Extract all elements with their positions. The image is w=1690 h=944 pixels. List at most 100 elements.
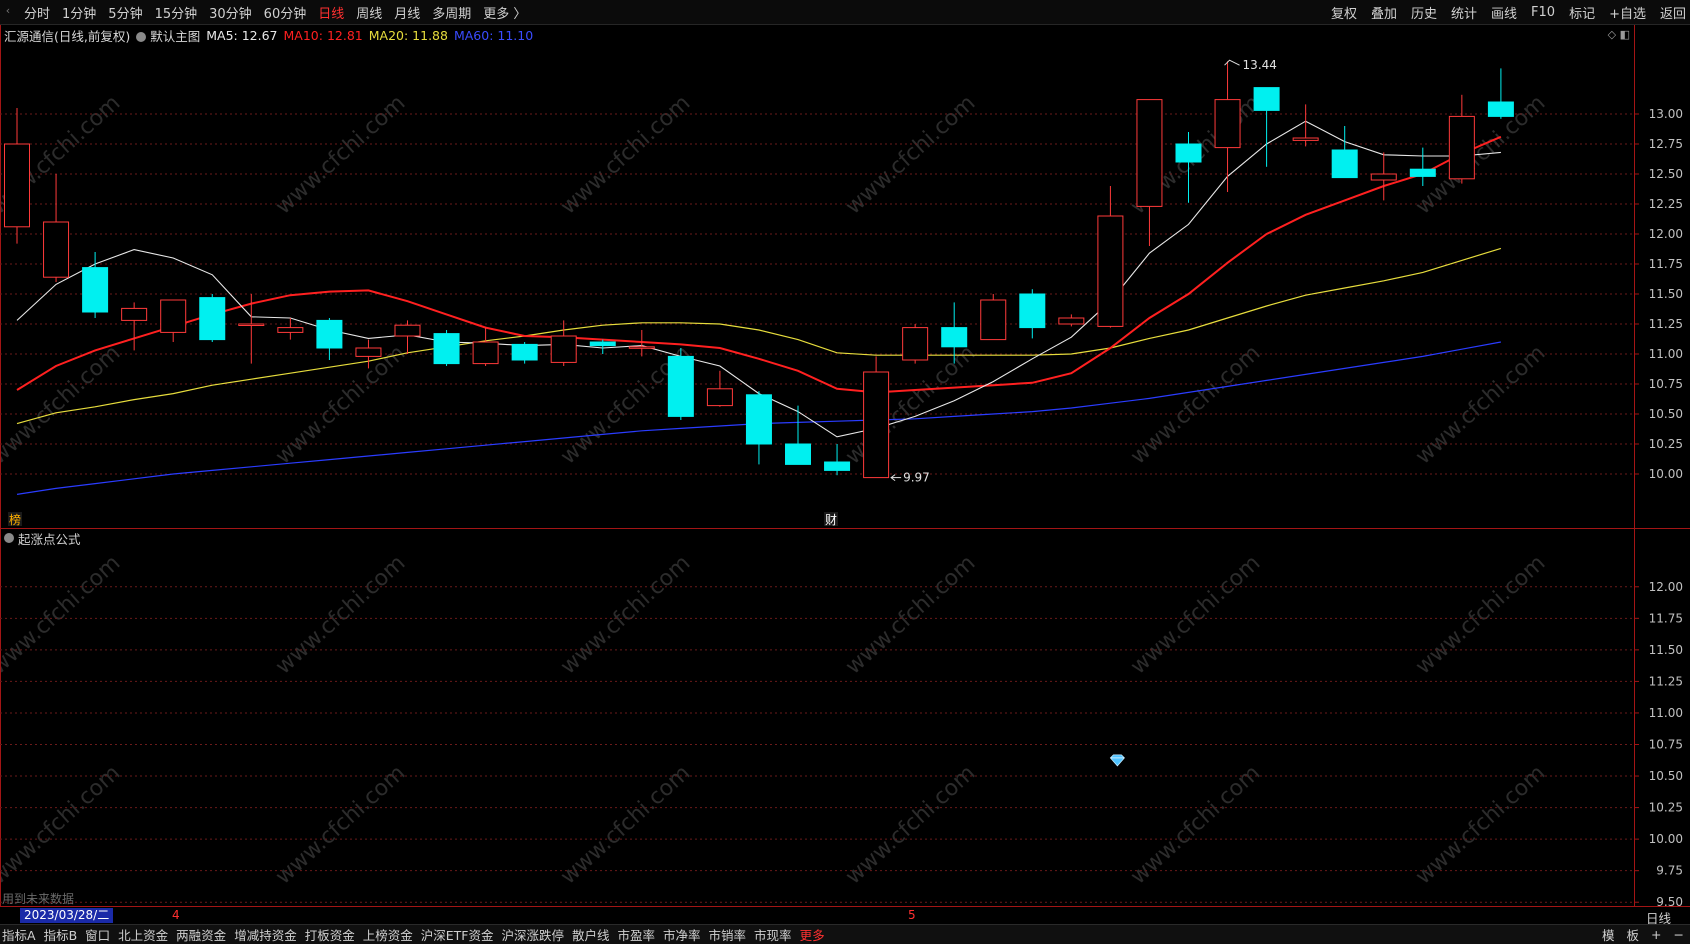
signal-diamond — [1109, 754, 1125, 767]
ma10-line — [16, 135, 1502, 394]
tab-2[interactable]: 窗口 — [85, 925, 110, 944]
candle — [43, 174, 70, 282]
back-arrow-icon[interactable]: ‹ — [0, 4, 16, 20]
main-tick-label: 12.25 — [1649, 197, 1683, 211]
candle-body-up — [472, 341, 499, 365]
signal-diamond-shape — [1109, 754, 1125, 767]
tab-7[interactable]: 上榜资金 — [363, 925, 413, 944]
candle — [4, 108, 30, 244]
main-tick-label: 12.75 — [1649, 137, 1683, 151]
window-icon[interactable]: ◧ — [1620, 28, 1630, 41]
tab-3[interactable]: 北上资金 — [118, 925, 168, 944]
tool-button-8[interactable]: 返回 — [1660, 3, 1686, 22]
ma5-line — [16, 120, 1501, 438]
period-2[interactable]: 5分钟 — [108, 3, 142, 22]
tool-button-1[interactable]: 叠加 — [1371, 3, 1397, 22]
candle — [745, 391, 772, 465]
candle-body-up — [1292, 137, 1319, 141]
tool-button-4[interactable]: 画线 — [1491, 3, 1517, 22]
indicator-info[interactable]: 起涨点公式 — [4, 529, 81, 547]
watermark-text: www.cfchi.com — [556, 551, 695, 680]
period-4[interactable]: 30分钟 — [209, 3, 252, 22]
watermark-text: www.cfchi.com — [271, 551, 410, 680]
candle-body-down — [433, 333, 460, 365]
tab-more[interactable]: 更多 — [800, 925, 825, 944]
tab-12[interactable]: 市净率 — [663, 925, 701, 944]
candle-body-up — [980, 299, 1007, 341]
candle-body-up — [1214, 99, 1241, 149]
tab-5[interactable]: 增减持资金 — [234, 925, 297, 944]
candle-body-up — [902, 327, 929, 361]
period-list: 分时 1分钟 5分钟 15分钟 30分钟 60分钟 日线 周线 月线 多周期 更多 〉 — [24, 0, 538, 24]
candle-body-down — [199, 297, 226, 341]
tab-6[interactable]: 打板资金 — [305, 925, 355, 944]
indicator-title: 起涨点公式 — [18, 531, 81, 547]
ma5-value: MA5: 12.67 — [206, 27, 278, 43]
ma60-value: MA60: 11.10 — [453, 27, 534, 43]
period-5[interactable]: 60分钟 — [264, 3, 307, 22]
bottom-tab-bar: 指标A 指标B 窗口 北上资金 两融资金 增减持资金 打板资金 上榜资金 沪深ETF资金 沪深涨跌… — [0, 924, 1690, 944]
tab-right-2[interactable]: + — [1651, 927, 1661, 942]
candle — [1487, 68, 1514, 119]
sub-tick-label: 10.25 — [1649, 801, 1683, 815]
candle — [160, 299, 187, 342]
main-tick-label: 13.00 — [1649, 107, 1683, 121]
tool-button-6[interactable]: 标记 — [1569, 3, 1595, 22]
period-10[interactable]: 更多 〉 — [483, 3, 526, 22]
bang-badge-label: 榜 — [9, 512, 21, 527]
main-chart-info: 汇源通信(日线,前复权) 默认主图 MA5: 12.67 MA10: 12.81… — [4, 26, 539, 44]
watermark-text: www.cfchi.com — [0, 551, 125, 680]
tab-1[interactable]: 指标B — [44, 925, 78, 944]
period-0[interactable]: 分时 — [24, 3, 50, 22]
candle-body-down — [589, 341, 616, 347]
candle — [902, 324, 929, 364]
tool-button-7[interactable]: +自选 — [1609, 3, 1646, 22]
period-7[interactable]: 周线 — [356, 3, 382, 22]
main-tick-label: 11.25 — [1649, 317, 1683, 331]
period-6[interactable]: 日线 — [318, 3, 344, 22]
candle-body-up — [1370, 173, 1397, 181]
high-marker-arrow — [1224, 59, 1240, 66]
candle — [1253, 87, 1280, 167]
chart-canvas[interactable]: www.cfchi.com www.cfchi.com www.cfchi.com w… — [0, 0, 1690, 943]
pane-controls: ◇ ◧ — [1608, 28, 1630, 41]
tab-4[interactable]: 两融资金 — [176, 925, 226, 944]
tab-13[interactable]: 市销率 — [709, 925, 747, 944]
candle — [433, 330, 460, 366]
candle-body-up — [121, 307, 148, 321]
period-8[interactable]: 月线 — [394, 3, 420, 22]
tab-8[interactable]: 沪深ETF资金 — [421, 925, 494, 944]
main-tick-label: 12.50 — [1649, 167, 1683, 181]
watermark-text: www.cfchi.com — [1411, 91, 1550, 220]
tab-right-0[interactable]: 模 — [1602, 925, 1615, 944]
candle — [121, 302, 148, 351]
candle-body-down — [1409, 168, 1436, 177]
tab-10[interactable]: 散户线 — [572, 925, 610, 944]
period-9[interactable]: 多周期 — [432, 3, 471, 22]
candle — [980, 294, 1007, 341]
candle-body-down — [941, 327, 968, 348]
stock-title: 汇源通信(日线,前复权) — [4, 28, 131, 44]
tab-right-1[interactable]: 板 — [1627, 925, 1640, 944]
period-1[interactable]: 1分钟 — [62, 3, 96, 22]
tab-0[interactable]: 指标A — [2, 925, 36, 944]
candle-body-up — [238, 323, 265, 326]
watermark-text: www.cfchi.com — [1411, 551, 1550, 680]
candle — [1409, 147, 1436, 186]
main-chart-toggle[interactable]: 默认主图 — [136, 26, 200, 45]
tool-button-0[interactable]: 复权 — [1331, 3, 1357, 22]
tab-9[interactable]: 沪深涨跌停 — [501, 925, 564, 944]
diamond-icon[interactable]: ◇ — [1608, 28, 1616, 41]
tab-right-3[interactable]: − — [1674, 927, 1684, 942]
cursor-date: 2023/03/28/二 — [20, 908, 114, 923]
period-3[interactable]: 15分钟 — [155, 3, 198, 22]
main-tick-label: 11.75 — [1649, 257, 1683, 271]
tool-button-3[interactable]: 统计 — [1451, 3, 1477, 22]
tab-14[interactable]: 市现率 — [754, 925, 792, 944]
period-toolbar: ‹ 分时 1分钟 5分钟 15分钟 30分钟 60分钟 日线 周线 月线 多周期 更多 〉 复权 叠加… — [0, 0, 1690, 25]
tool-button-2[interactable]: 历史 — [1411, 3, 1437, 22]
cai-badge-label: 财 — [825, 513, 837, 527]
candle-body-up — [355, 347, 382, 357]
tab-11[interactable]: 市盈率 — [618, 925, 656, 944]
tool-button-5[interactable]: F10 — [1531, 5, 1555, 20]
